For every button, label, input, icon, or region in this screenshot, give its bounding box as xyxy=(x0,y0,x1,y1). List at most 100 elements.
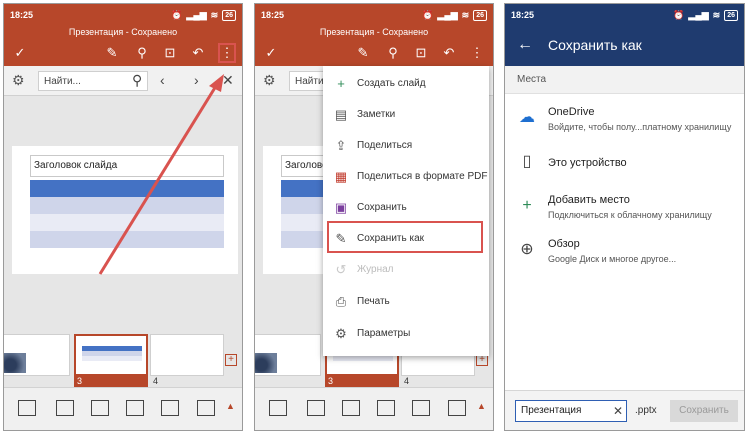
undo-icon[interactable]: ↶ xyxy=(441,45,457,61)
menu-item-label: Журнал xyxy=(357,264,394,275)
save-button[interactable]: Сохранить xyxy=(670,400,738,422)
thumbnail-number: 3 xyxy=(325,376,399,387)
status-time: 18:25 xyxy=(10,10,34,20)
menu-item-settings[interactable]: ⚙ Параметры xyxy=(323,318,489,349)
thumbnail-number: 4 xyxy=(404,376,410,386)
alarm-icon: ⏰ xyxy=(673,9,685,20)
add-slide-icon[interactable]: + xyxy=(225,354,237,366)
slide-table[interactable] xyxy=(30,180,224,248)
thumbnail[interactable] xyxy=(255,334,321,376)
slide[interactable]: Заголовок слайда xyxy=(12,146,238,274)
comment-icon[interactable] xyxy=(56,400,74,416)
filename-input[interactable]: Презентация xyxy=(515,400,627,422)
menu-item-label: Печать xyxy=(357,296,390,307)
expand-icon[interactable]: ▲ xyxy=(226,401,235,411)
wifi-icon: ≋ xyxy=(712,9,721,20)
thumbnail[interactable] xyxy=(4,334,70,376)
menu-item-new-slide[interactable]: + Создать слайд xyxy=(323,68,489,99)
document-title: Презентация - Сохранено xyxy=(255,26,493,40)
status-bar: 18:25 ⏰ ▂▄▆ ≋ 26 xyxy=(4,4,242,26)
present-icon[interactable]: ⊡ xyxy=(413,45,429,61)
present-icon[interactable]: ⊡ xyxy=(162,45,178,61)
menu-item-notes[interactable]: ▤ Заметки xyxy=(323,99,489,130)
image-icon[interactable] xyxy=(126,400,144,416)
location-subtitle: Подключиться к облачному хранилищу xyxy=(548,210,712,220)
more-options-icon[interactable]: ⋮ xyxy=(218,43,236,63)
search-icon[interactable]: ⚲ xyxy=(385,45,401,61)
image-icon[interactable] xyxy=(377,400,395,416)
status-bar: 18:25 ⏰ ▂▄▆ ≋ 26 xyxy=(505,4,744,26)
globe-icon: ⊕ xyxy=(520,241,534,258)
thumbnail-number: 3 xyxy=(74,376,148,387)
screen-2: 18:25 ⏰ ▂▄▆ ≋ 26 Презентация - Сохранено… xyxy=(254,3,494,431)
textbox-icon[interactable] xyxy=(448,400,466,416)
location-title: OneDrive xyxy=(548,106,595,118)
bottom-toolbar: ▲ xyxy=(255,387,493,430)
comment-icon[interactable] xyxy=(307,400,325,416)
location-subtitle: Войдите, чтобы полу...платному хранилищу xyxy=(548,122,732,132)
status-icons: ⏰ ▂▄▆ ≋ 26 xyxy=(171,9,236,21)
undo-icon[interactable]: ↶ xyxy=(190,45,206,61)
menu-item-share[interactable]: ⇪ Поделиться xyxy=(323,130,489,161)
menu-item-share-pdf[interactable]: ▦ Поделиться в формате PDF xyxy=(323,161,489,192)
search-icon[interactable]: ⚲ xyxy=(134,45,150,61)
print-icon: ⎙ xyxy=(335,294,347,309)
section-title: Места xyxy=(505,66,744,94)
chevron-left-icon[interactable]: ‹ xyxy=(160,72,165,88)
battery-icon: 26 xyxy=(473,9,487,21)
slide-thumbnails: 3 4 + xyxy=(4,332,242,389)
bottom-toolbar: ▲ xyxy=(4,387,242,430)
pen-icon[interactable]: ✎ xyxy=(104,45,120,61)
gear-icon: ⚙ xyxy=(335,326,347,341)
menu-item-save[interactable]: ▣ Сохранить xyxy=(323,192,489,223)
layout-icon[interactable] xyxy=(269,400,287,416)
save-bar: Презентация ✕ .pptx Сохранить xyxy=(505,390,744,430)
menu-item-print[interactable]: ⎙ Печать xyxy=(323,286,489,317)
overflow-menu: + Создать слайд ▤ Заметки ⇪ Поделиться ▦… xyxy=(323,66,489,356)
close-icon[interactable]: ✕ xyxy=(222,72,234,89)
file-extension: .pptx xyxy=(635,405,657,416)
location-browse[interactable]: ⊕ Обзор Google Диск и многое другое... xyxy=(505,232,744,276)
battery-icon: 26 xyxy=(724,9,738,21)
gear-icon[interactable]: ⚙ xyxy=(263,72,276,89)
shapes-icon[interactable] xyxy=(412,400,430,416)
location-title: Добавить место xyxy=(548,194,630,206)
table-icon[interactable] xyxy=(342,400,360,416)
page-title: Сохранить как xyxy=(548,37,642,53)
location-this-device[interactable]: ▯ Это устройство xyxy=(505,144,744,188)
status-icons: ⏰ ▂▄▆ ≋ 26 xyxy=(422,9,487,21)
plus-icon: + xyxy=(337,76,345,91)
location-subtitle: Google Диск и многое другое... xyxy=(548,254,677,264)
textbox-icon[interactable] xyxy=(197,400,215,416)
back-arrow-icon[interactable]: ← xyxy=(517,36,533,54)
chevron-right-icon[interactable]: › xyxy=(194,72,199,88)
notes-icon: ▤ xyxy=(334,107,348,122)
location-add-place[interactable]: + Добавить место Подключиться к облачном… xyxy=(505,188,744,232)
table-icon[interactable] xyxy=(91,400,109,416)
search-icon[interactable]: ⚲ xyxy=(132,72,142,89)
expand-icon[interactable]: ▲ xyxy=(477,401,486,411)
screen-1: 18:25 ⏰ ▂▄▆ ≋ 26 Презентация - Сохранено… xyxy=(3,3,243,431)
clear-icon[interactable]: ✕ xyxy=(613,404,623,418)
thumbnail[interactable] xyxy=(150,334,224,376)
status-bar: 18:25 ⏰ ▂▄▆ ≋ 26 xyxy=(255,4,493,26)
gear-icon[interactable]: ⚙ xyxy=(12,72,25,89)
alarm-icon: ⏰ xyxy=(171,9,183,20)
pen-icon[interactable]: ✎ xyxy=(355,45,371,61)
slide-title[interactable]: Заголовок слайда xyxy=(30,155,224,177)
shapes-icon[interactable] xyxy=(161,400,179,416)
location-title: Это устройство xyxy=(548,157,627,169)
location-title: Обзор xyxy=(548,238,580,250)
thumbnail-number: 4 xyxy=(153,376,159,386)
status-icons: ⏰ ▂▄▆ ≋ 26 xyxy=(673,9,738,21)
check-icon[interactable]: ✓ xyxy=(263,45,279,61)
more-options-icon[interactable]: ⋮ xyxy=(469,45,485,61)
toolbar: ✓ ✎ ⚲ ⊡ ↶ ⋮ xyxy=(4,40,242,66)
menu-item-history: ↺ Журнал xyxy=(323,254,489,285)
check-icon[interactable]: ✓ xyxy=(12,45,28,61)
menu-item-label: Сохранить xyxy=(357,202,407,213)
layout-icon[interactable] xyxy=(18,400,36,416)
thumbnail-active[interactable] xyxy=(74,334,148,376)
location-onedrive[interactable]: ☁ OneDrive Войдите, чтобы полу...платном… xyxy=(505,100,744,144)
alarm-icon: ⏰ xyxy=(422,9,434,20)
